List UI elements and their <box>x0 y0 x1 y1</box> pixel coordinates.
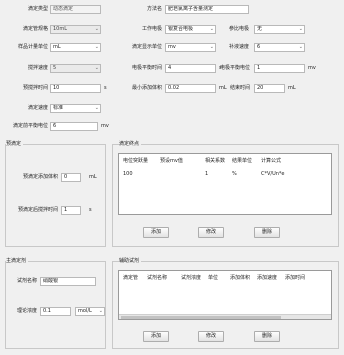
endpoint-add-button[interactable]: 添加 <box>143 227 169 238</box>
pre-stir-time-unit: s <box>104 85 107 91</box>
working-electrode-select[interactable]: 银复合电极 ⌄ <box>165 25 216 34</box>
burette-spec-label: 滴定管规格 <box>22 26 48 32</box>
theory-concentration-label: 理论浓度 <box>16 308 37 314</box>
endpoint-title: 滴定终点 <box>119 140 142 148</box>
aux-edit-button[interactable]: 修改 <box>198 331 224 342</box>
method-name-input[interactable]: 肥皂氯离子含量测定 <box>165 5 249 14</box>
pre-stir-after-input[interactable]: 1 <box>61 206 81 215</box>
column-header: 添加时间 <box>285 275 306 281</box>
fill-speed-select[interactable]: 6 ⌄ <box>254 43 305 52</box>
stir-speed-label: 搅拌速度 <box>27 65 48 71</box>
electrode-balance-potential-input[interactable]: 1 <box>254 64 305 73</box>
concentration-unit-value: mol/L <box>78 308 92 314</box>
table-cell[interactable]: 1 <box>205 170 208 178</box>
column-header: 电位突跃量 <box>123 158 149 164</box>
column-header: 滴定管 <box>123 275 139 281</box>
table-cell[interactable]: % <box>232 170 237 178</box>
chevron-down-icon: ⌄ <box>209 26 214 32</box>
aux-reagent-title: 辅助试剂 <box>119 257 142 265</box>
column-header: 计算公式 <box>261 158 282 164</box>
pre-stir-time-label: 预搅拌时间 <box>22 85 48 91</box>
pre-titration-group <box>5 144 106 247</box>
titration-rate-value: 标准 <box>53 105 64 111</box>
chevron-down-icon: ⌄ <box>94 44 99 50</box>
column-header: 试剂浓度 <box>181 275 202 281</box>
chevron-down-icon: ⌄ <box>94 105 99 111</box>
aux-delete-button[interactable]: 删除 <box>254 331 280 342</box>
titration-rate-label: 滴定速度 <box>27 105 48 111</box>
column-header: 结果单位 <box>232 158 253 164</box>
fill-speed-label: 补液速度 <box>228 44 249 50</box>
table-cell[interactable]: C*V/Un*e <box>261 170 285 178</box>
concentration-unit-select[interactable]: mol/L ⌄ <box>75 307 105 316</box>
main-reagent-group <box>5 261 106 349</box>
pre-titration-title: 预滴定 <box>6 140 24 148</box>
titration-display-unit-label: 滴定显示单位 <box>131 44 162 50</box>
electrode-balance-time-input[interactable]: 4 <box>165 64 216 73</box>
pre-titration-potential-input[interactable]: 6 <box>50 122 98 131</box>
chevron-down-icon: ⌄ <box>94 65 99 71</box>
stir-speed-value: 5 <box>53 65 57 71</box>
column-header: 预设mv值 <box>160 158 183 164</box>
scrollbar-thumb[interactable] <box>121 316 281 319</box>
burette-spec-value: 10mL <box>53 26 68 32</box>
chevron-down-icon: ⌄ <box>209 44 214 50</box>
main-reagent-title: 主滴定剂 <box>6 257 29 265</box>
chevron-down-icon: ⌄ <box>298 26 303 32</box>
min-add-volume-input[interactable]: 0.02 <box>165 84 216 93</box>
column-header: 添加体积 <box>230 275 251 281</box>
working-electrode-value: 银复合电极 <box>168 26 194 32</box>
pre-add-volume-unit: mL <box>89 174 97 180</box>
column-header: 相关系数 <box>205 158 226 164</box>
reagent-name-input[interactable]: 硝酸银 <box>40 277 96 286</box>
horizontal-scrollbar[interactable] <box>119 314 331 319</box>
titration-rate-select[interactable]: 标准 ⌄ <box>50 104 101 113</box>
pre-titration-potential-label: 滴定前平衡电位 <box>12 123 48 129</box>
sample-unit-label: 样品计量单位 <box>17 44 48 50</box>
pre-titration-potential-unit: mv <box>101 123 109 129</box>
table-cell[interactable]: 100 <box>123 170 133 178</box>
end-time-label: 结束时间 <box>229 85 250 91</box>
pre-add-volume-label: 预滴定添加体积 <box>22 174 58 180</box>
titration-type-label: 滴定类型 <box>27 6 48 12</box>
titration-type-field: 动态滴定 <box>50 5 101 14</box>
reagent-name-label: 试剂名称 <box>16 278 37 284</box>
pre-stir-time-input[interactable]: 10 <box>50 84 101 93</box>
pre-stir-after-unit: s <box>89 207 92 213</box>
endpoint-edit-button[interactable]: 修改 <box>198 227 224 238</box>
column-header: 添加速度 <box>257 275 278 281</box>
sample-unit-select[interactable]: mL ⌄ <box>50 43 101 52</box>
end-time-unit: mL <box>288 85 296 91</box>
min-add-volume-label: 最小添加体积 <box>131 85 162 91</box>
chevron-down-icon: ⌄ <box>94 26 99 32</box>
endpoint-delete-button[interactable]: 删除 <box>254 227 280 238</box>
working-electrode-label: 工作电极 <box>141 26 162 32</box>
column-header: 试剂名称 <box>147 275 168 281</box>
endpoint-grid[interactable]: 电位突跃量 预设mv值 相关系数 结果单位 计算公式 100 1 % C*V/U… <box>118 153 332 215</box>
titration-display-unit-select[interactable]: mv ⌄ <box>165 43 216 52</box>
chevron-down-icon: ⌄ <box>98 308 103 314</box>
titration-display-unit-value: mv <box>168 44 176 50</box>
aux-add-button[interactable]: 添加 <box>143 331 169 342</box>
chevron-down-icon: ⌄ <box>298 44 303 50</box>
theory-concentration-input[interactable]: 0.1 <box>40 307 71 316</box>
electrode-balance-time-label: 电极平衡时间 <box>131 65 162 71</box>
reference-electrode-select[interactable]: 无 ⌄ <box>254 25 305 34</box>
aux-reagent-grid[interactable]: 滴定管 试剂名称 试剂浓度 单位 添加体积 添加速度 添加时间 <box>118 270 332 320</box>
column-header: 单位 <box>208 275 219 281</box>
end-time-input[interactable]: 20 <box>254 84 285 93</box>
sample-unit-value: mL <box>53 44 61 50</box>
stir-speed-select[interactable]: 5 ⌄ <box>50 64 101 73</box>
electrode-balance-potential-label: 电极平衡电位 <box>220 65 251 71</box>
burette-spec-select[interactable]: 10mL ⌄ <box>50 25 101 34</box>
method-name-label: 方法名 <box>146 6 162 12</box>
fill-speed-value: 6 <box>257 44 261 50</box>
reference-electrode-label: 参比电极 <box>228 26 249 32</box>
electrode-balance-potential-unit: mv <box>308 65 316 71</box>
reference-electrode-value: 无 <box>257 26 263 32</box>
pre-stir-after-label: 预滴定后搅拌时间 <box>17 207 58 213</box>
pre-add-volume-input[interactable]: 0 <box>61 173 81 182</box>
